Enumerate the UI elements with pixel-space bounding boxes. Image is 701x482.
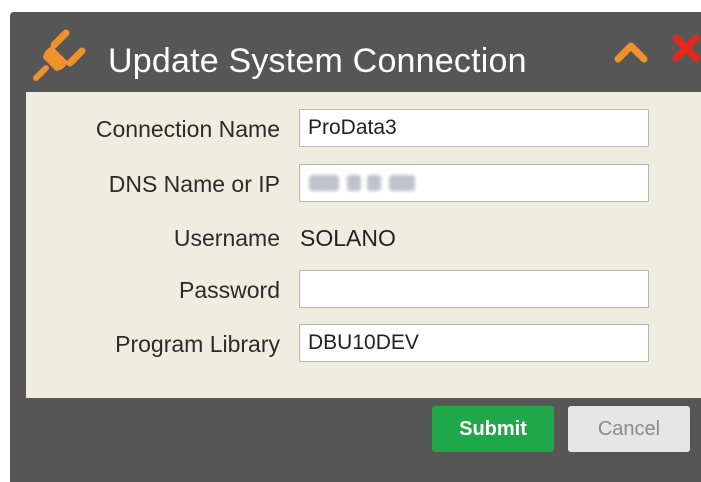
username-value: SOLANO xyxy=(300,225,396,251)
password-input[interactable] xyxy=(299,270,649,308)
connection-name-label: Connection Name xyxy=(95,116,280,142)
program-library-row: Program Library xyxy=(26,324,701,364)
connection-name-row: Connection Name xyxy=(26,109,701,149)
cancel-button[interactable]: Cancel xyxy=(568,406,690,452)
dns-input[interactable] xyxy=(299,164,649,202)
dialog-title: Update System Connection xyxy=(108,42,527,80)
connection-name-input[interactable] xyxy=(299,109,649,147)
chevron-up-icon[interactable] xyxy=(613,38,649,64)
close-icon[interactable] xyxy=(670,32,701,64)
plug-icon xyxy=(33,29,86,81)
dns-row: DNS Name or IP xyxy=(26,164,701,204)
dns-label: DNS Name or IP xyxy=(108,171,280,197)
username-label: Username xyxy=(173,225,280,251)
dialog-titlebar[interactable]: Update System Connection xyxy=(10,12,701,92)
password-label: Password xyxy=(179,277,280,303)
program-library-label: Program Library xyxy=(115,331,280,357)
submit-button[interactable]: Submit xyxy=(432,406,554,452)
username-row: Username SOLANO xyxy=(26,218,701,258)
password-row: Password xyxy=(26,270,701,310)
connection-form: Connection Name DNS Name or IP Username … xyxy=(26,92,701,398)
program-library-input[interactable] xyxy=(299,324,649,362)
